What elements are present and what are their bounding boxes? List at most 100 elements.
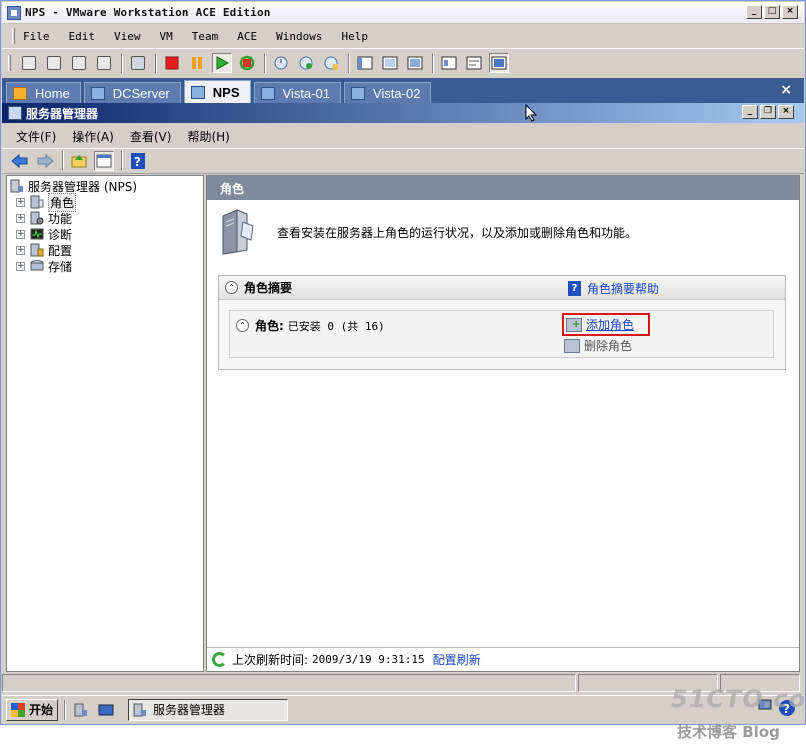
console-icon[interactable] xyxy=(128,53,148,73)
show-sidebar-icon[interactable] xyxy=(355,53,375,73)
menu-ace[interactable]: ACE xyxy=(237,30,257,43)
last-refresh-label: 上次刷新时间: xyxy=(232,653,309,667)
vm-menubar: File Edit View VM Team ACE Windows Help xyxy=(2,25,804,47)
content-intro: 查看安装在服务器上角色的运行状况，以及添加或删除角色和功能。 xyxy=(207,200,799,264)
roles-summary-help-link[interactable]: ? 角色摘要帮助 xyxy=(568,280,659,297)
full-screen-icon[interactable] xyxy=(405,53,425,73)
close-tab-icon[interactable]: × xyxy=(780,82,792,98)
tree-item-diagnostics[interactable]: + 诊断 xyxy=(16,226,200,242)
tab-vista-01[interactable]: Vista-01 xyxy=(253,82,341,103)
unity-icon[interactable] xyxy=(439,53,459,73)
suspend-icon[interactable] xyxy=(94,53,114,73)
menu-windows[interactable]: Windows xyxy=(276,30,322,43)
expand-icon[interactable]: + xyxy=(16,197,25,207)
reset-icon[interactable] xyxy=(237,53,257,73)
minimize-button[interactable]: _ xyxy=(746,5,762,19)
roles-label: 角色: xyxy=(255,319,284,333)
expand-icon[interactable]: + xyxy=(16,261,25,271)
roles-installed-count: 已安装 0 (共 16) xyxy=(287,319,385,333)
show-hide-tree-icon[interactable] xyxy=(94,151,114,171)
menu-team[interactable]: Team xyxy=(192,30,219,43)
toolbar-grip xyxy=(8,54,11,71)
status-cell xyxy=(2,674,576,692)
storage-icon xyxy=(30,260,44,271)
tree-item-roles[interactable]: + 角色 xyxy=(16,192,200,212)
tree-item-features[interactable]: + 功能 xyxy=(16,210,200,226)
console-view-icon[interactable] xyxy=(489,52,509,73)
menu-help-cn[interactable]: 帮助(H) xyxy=(187,128,229,145)
tab-label: Vista-01 xyxy=(282,85,330,101)
tree-item-configuration[interactable]: + 配置 xyxy=(16,242,200,258)
quicklaunch-desktop-icon[interactable] xyxy=(96,700,116,720)
tab-dcserver[interactable]: DCServer xyxy=(83,82,181,103)
roles-icon xyxy=(30,195,44,209)
power-on-icon[interactable] xyxy=(212,52,232,73)
snapshot-take-icon[interactable] xyxy=(44,53,64,73)
snapshot-revert-icon[interactable] xyxy=(19,53,39,73)
summary-view-icon[interactable] xyxy=(464,53,484,73)
menu-help[interactable]: Help xyxy=(341,30,368,43)
tab-nps[interactable]: NPS xyxy=(183,80,251,103)
refresh-icon[interactable] xyxy=(212,652,227,667)
add-roles-link[interactable]: 添加角色 xyxy=(562,313,651,336)
collapse-chevron-icon[interactable]: ⌃ xyxy=(225,281,238,294)
menu-file-cn[interactable]: 文件(F) xyxy=(16,128,56,145)
revert-snapshot-icon[interactable] xyxy=(296,53,316,73)
pause-icon[interactable] xyxy=(187,53,207,73)
back-arrow-icon[interactable] xyxy=(10,151,30,171)
guest-restore-button[interactable]: ❐ xyxy=(760,105,776,119)
tree-root[interactable]: 服务器管理器 (NPS) xyxy=(10,178,200,194)
taskbar-server-manager-button[interactable]: 服务器管理器 xyxy=(128,698,289,721)
tree-item-storage[interactable]: + 存储 xyxy=(16,258,200,274)
windows-logo-icon xyxy=(11,702,25,717)
content-pane: 角色 查看安装在服务器上角色的运行状况，以及添加或删除角色和功能。 ⌃ 角色摘要… xyxy=(206,175,800,672)
guest-titlebar: 服务器管理器 _ ❐ × xyxy=(2,103,804,123)
quicklaunch-server-manager-icon[interactable] xyxy=(71,700,91,720)
tree-root-label: 服务器管理器 (NPS) xyxy=(28,179,138,194)
toolbar-separator xyxy=(121,52,123,73)
toolbar-separator xyxy=(62,151,64,171)
vm-icon xyxy=(350,86,365,100)
menu-action-cn[interactable]: 操作(A) xyxy=(72,128,114,145)
menu-view[interactable]: View xyxy=(114,30,141,43)
home-icon xyxy=(13,86,27,100)
watermark-logo: 51CTO.com xyxy=(671,685,806,713)
menu-file[interactable]: File xyxy=(23,30,50,43)
guest-close-button[interactable]: × xyxy=(778,105,794,119)
snapshot-manager-icon[interactable] xyxy=(69,53,89,73)
menu-edit[interactable]: Edit xyxy=(69,30,96,43)
forward-arrow-icon[interactable] xyxy=(35,151,55,171)
toolbar-separator xyxy=(348,52,350,73)
quick-switch-icon[interactable] xyxy=(380,53,400,73)
configure-refresh-link[interactable]: 配置刷新 xyxy=(433,651,481,668)
start-button[interactable]: 开始 xyxy=(6,698,59,721)
tab-vista-02[interactable]: Vista-02 xyxy=(343,82,432,103)
collapse-chevron-icon[interactable]: ⌃ xyxy=(236,319,249,332)
tree-item-label: 诊断 xyxy=(48,227,73,242)
menu-vm[interactable]: VM xyxy=(160,30,173,43)
snapshot-icon[interactable] xyxy=(271,53,291,73)
vm-window-controls: _ □ × xyxy=(746,5,798,19)
tab-label: Home xyxy=(35,85,70,101)
vm-toolbar xyxy=(2,48,804,76)
tree-item-label: 功能 xyxy=(48,211,73,226)
snapshot-manager-clock-icon[interactable] xyxy=(321,53,341,73)
up-folder-icon[interactable] xyxy=(69,151,89,171)
tab-home[interactable]: Home xyxy=(6,82,81,103)
guest-window-controls: _ ❐ × xyxy=(742,105,794,119)
expand-icon[interactable]: + xyxy=(16,213,25,223)
expand-icon[interactable]: + xyxy=(16,229,25,239)
guest-minimize-button[interactable]: _ xyxy=(742,105,758,119)
close-button[interactable]: × xyxy=(782,5,798,19)
content-header: 角色 xyxy=(207,176,799,200)
power-off-icon[interactable] xyxy=(162,53,182,73)
server-manager-task-icon xyxy=(133,703,147,716)
maximize-button[interactable]: □ xyxy=(764,5,780,19)
help-icon[interactable]: ? xyxy=(128,151,148,171)
menu-view-cn[interactable]: 查看(V) xyxy=(130,128,172,145)
tree-item-label: 配置 xyxy=(48,243,73,258)
remove-roles-link[interactable]: 删除角色 xyxy=(564,337,632,354)
roles-summary-header: ⌃ 角色摘要 ? 角色摘要帮助 xyxy=(219,276,785,300)
expand-icon[interactable]: + xyxy=(16,245,25,255)
last-refresh-time: 2009/3/19 9:31:15 xyxy=(312,653,425,666)
